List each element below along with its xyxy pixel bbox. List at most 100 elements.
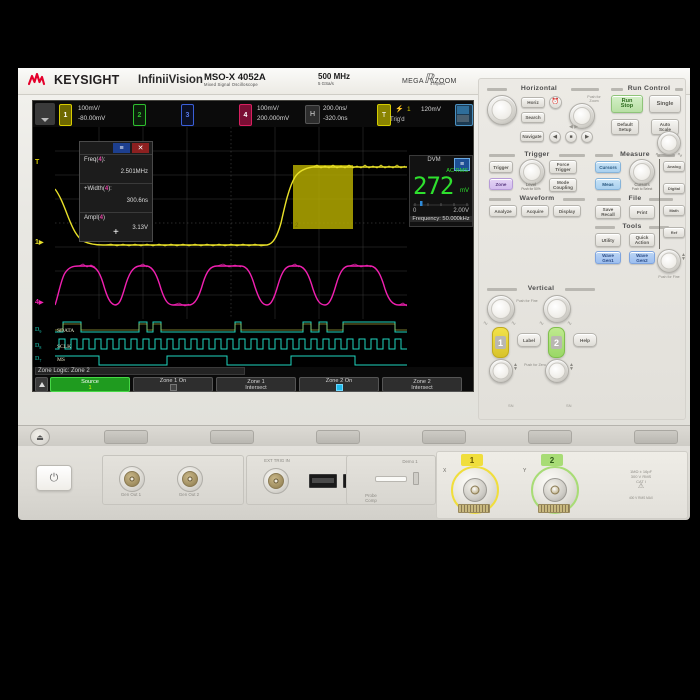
default-setup-button[interactable]: Default Setup: [611, 119, 639, 135]
channel-2-button-panel[interactable]: 2: [548, 327, 565, 358]
ref-button[interactable]: Ref: [663, 227, 685, 238]
usb-port-1[interactable]: [309, 474, 337, 488]
print-button[interactable]: Print: [629, 205, 655, 219]
button-label: Print: [636, 209, 648, 215]
gen-out-1-bnc[interactable]: [119, 466, 145, 492]
dvm-panel[interactable]: DVM ≡ AC RMS 272 mV 0 2.00V Frequency: 5…: [409, 155, 473, 227]
save-recall-button[interactable]: Save Recall: [595, 205, 621, 219]
push-label-text: Push for Zero: [524, 363, 546, 367]
zone-button[interactable]: Zone: [489, 178, 513, 190]
analog-button[interactable]: Analog: [663, 161, 685, 172]
softkey-expand-button[interactable]: [35, 377, 48, 392]
measurement-menu-button[interactable]: ≡: [113, 143, 130, 153]
run-stop-button[interactable]: Run Stop: [611, 95, 643, 113]
measurement-label: Ampl(4): [84, 215, 106, 221]
zone-2-overlay: [293, 165, 353, 229]
force-trigger-button[interactable]: Force Trigger: [549, 160, 577, 174]
horizontal-scale-knob[interactable]: [487, 95, 517, 125]
channel-1-offset-knob[interactable]: [489, 359, 513, 383]
mode-coupling-button[interactable]: Mode Coupling: [549, 178, 577, 192]
navigate-next-button[interactable]: ▶: [581, 131, 593, 143]
single-button[interactable]: Single: [649, 95, 681, 113]
bnc-pin: [129, 476, 135, 482]
navigate-prev-button[interactable]: ◀: [549, 131, 561, 143]
horiz-button[interactable]: Horiz: [521, 97, 545, 108]
measurement-row[interactable]: +Width(4): 300.6ns: [80, 183, 152, 213]
channel-dropdown-button[interactable]: [35, 103, 55, 125]
channel-4-button[interactable]: 4: [239, 104, 252, 126]
channel-4-ground-marker[interactable]: 4▶: [35, 299, 44, 306]
digital-waveform-area[interactable]: D9 SDATA D8 SCLK D7 MS: [35, 319, 407, 367]
power-button[interactable]: ⏻: [36, 465, 72, 491]
control-panel: Horizontal Horiz ⏰ Push for Zoom Search ◀…: [478, 78, 686, 420]
channel-1-ground-marker[interactable]: 1▶: [35, 239, 44, 246]
trigger-level-marker[interactable]: T: [35, 159, 39, 166]
channel-2-scale-knob[interactable]: [543, 295, 571, 323]
source-position-knob[interactable]: [657, 249, 681, 273]
section-rule: [595, 154, 613, 157]
button-label: Mode Coupling: [553, 180, 573, 190]
wave-gen-2-button[interactable]: Wave Gen2: [629, 251, 655, 264]
softkey-zone-2-on[interactable]: Zone 2 On: [299, 377, 379, 392]
softkey-zone-2-intersect[interactable]: Zone 2 Intersect: [382, 377, 462, 392]
measurement-popup[interactable]: ≡ ✕ Freq(4): 2.501MHz +Width(4): 300.6ns…: [79, 141, 153, 242]
input-spec-value: 1MΩ ± 16pF 300 V RMS CAT I: [629, 469, 653, 484]
search-button[interactable]: Search: [521, 112, 545, 123]
trigger-icon[interactable]: T: [377, 104, 391, 126]
analyze-button[interactable]: Analyze: [489, 205, 517, 217]
display-layout-icon[interactable]: [455, 104, 473, 126]
display-screen[interactable]: 1 100mV/ -80.00mV 2 3 4 100mV/ 200.000mV: [32, 100, 474, 392]
dvm-unit: mV: [460, 188, 469, 194]
trigger-level-label: Level Push for 50%: [517, 182, 545, 191]
measurement-name: Ampl: [84, 215, 98, 221]
wave-gen-1-button[interactable]: Wave Gen1: [595, 251, 621, 264]
softkey-zone-1-on[interactable]: Zone 1 On: [133, 377, 213, 392]
handle-slot: [528, 430, 572, 444]
probe-comp-terminal[interactable]: [413, 472, 419, 485]
channel-2-button[interactable]: 2: [133, 104, 146, 126]
channel-3-number: 3: [185, 111, 190, 119]
trigger-button[interactable]: Trigger: [489, 161, 513, 173]
navigate-button[interactable]: Navigate: [520, 131, 544, 142]
channel-3-button[interactable]: 3: [181, 104, 194, 126]
waveform-area[interactable]: 2 T 1▶ 4▶ D9 SDATA D8 SCLK D7 MS ≡ ✕ Fre…: [33, 127, 473, 367]
quick-action-button[interactable]: Quick Action: [629, 233, 655, 247]
add-measurement-button[interactable]: +: [113, 228, 119, 238]
channel-2-offset-knob[interactable]: [545, 359, 569, 383]
cursors-button[interactable]: Cursors: [595, 161, 621, 173]
channel-1-button[interactable]: 1: [59, 104, 72, 126]
math-button[interactable]: Math: [663, 205, 685, 216]
label-button[interactable]: Label: [517, 333, 541, 347]
help-button[interactable]: Help: [573, 333, 597, 347]
meas-button[interactable]: Meas: [595, 178, 621, 190]
softkey-menu-title: Zone Logic: Zone 2: [35, 367, 245, 375]
eject-button[interactable]: ⏏: [30, 428, 50, 446]
trigger-state: Trig'd: [390, 117, 405, 123]
softkey-source[interactable]: Source 1: [50, 377, 130, 392]
display-button[interactable]: Display: [553, 205, 581, 217]
digital-button[interactable]: Digital: [663, 183, 685, 194]
navigate-stop-button[interactable]: ■: [565, 131, 577, 143]
acquire-button[interactable]: Acquire: [521, 205, 549, 217]
gen-out-2-bnc[interactable]: [177, 466, 203, 492]
measurement-row[interactable]: Freq(4): 2.501MHz: [80, 154, 152, 184]
probe-comp-bar[interactable]: [375, 476, 407, 482]
zone-2-checkbox[interactable]: [335, 384, 343, 391]
horizontal-icon[interactable]: H: [305, 105, 320, 124]
vertical-section-title: Vertical: [527, 285, 555, 292]
button-label: Wave Gen1: [602, 252, 614, 263]
zone-1-checkbox[interactable]: [169, 384, 177, 391]
measurement-close-button[interactable]: ✕: [132, 143, 149, 153]
zoom-toggle-button[interactable]: ⏰: [549, 96, 562, 109]
digital-traces: [55, 319, 407, 367]
measurement-name: +Width: [84, 186, 103, 192]
section-rule: [611, 88, 623, 91]
measurement-label: Freq(4):: [84, 157, 106, 163]
channel-1-scale-knob[interactable]: [487, 295, 515, 323]
connector-block: Gen Out 1 Gen Out 2: [102, 455, 244, 505]
softkey-zone-1-intersect[interactable]: Zone 1 Intersect: [216, 377, 296, 392]
utility-button[interactable]: Utility: [595, 233, 621, 247]
channel-1-button-panel[interactable]: 1: [492, 327, 509, 358]
zoom-push-label: Push for Zoom: [587, 95, 601, 103]
ext-trig-bnc[interactable]: [263, 468, 289, 494]
